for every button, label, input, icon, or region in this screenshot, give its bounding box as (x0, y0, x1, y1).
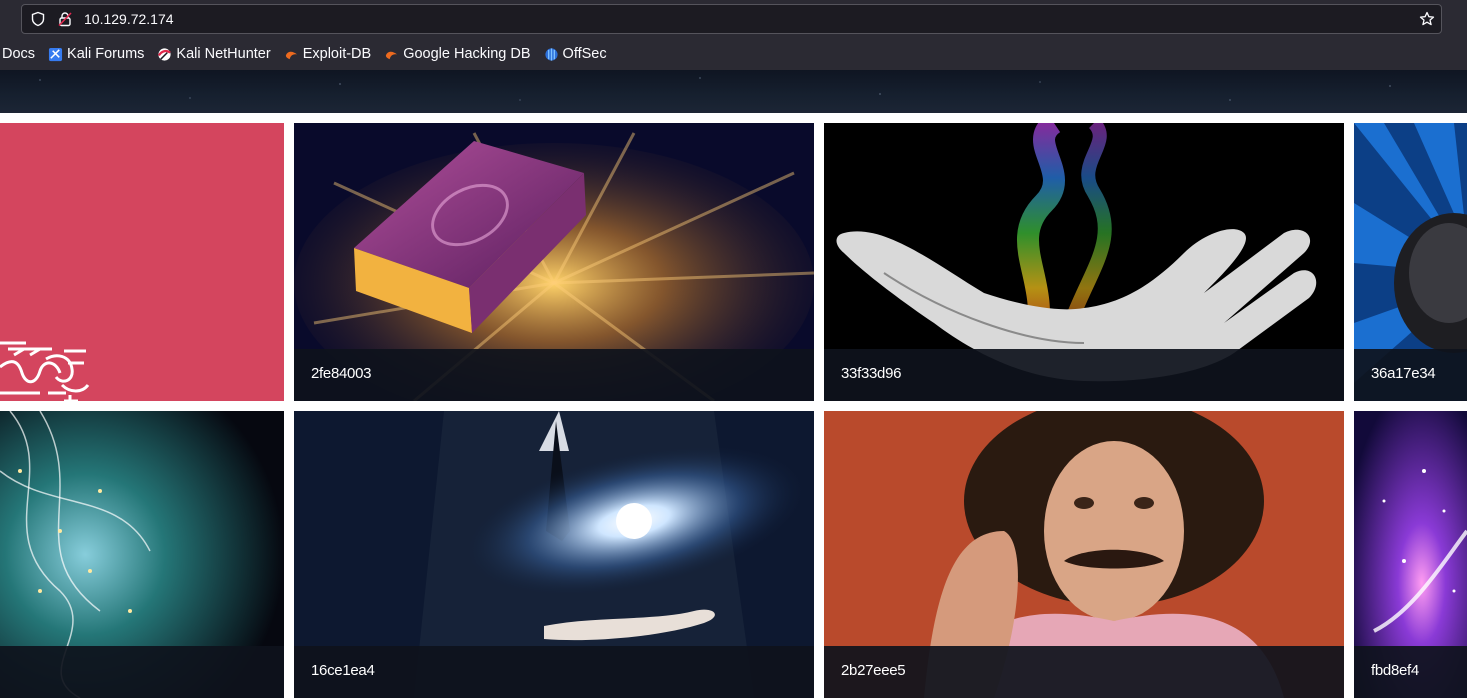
lock-insecure-icon[interactable] (57, 11, 73, 27)
gallery-card[interactable]: 2b27eee5 (824, 411, 1344, 698)
bookmark-label: Google Hacking DB (403, 46, 531, 62)
card-caption-text: 36a17e34 (1371, 365, 1436, 382)
bookmark-docs[interactable]: Docs (2, 46, 35, 62)
kali-nethunter-icon (158, 47, 172, 61)
card-caption (0, 646, 284, 698)
bookmark-google-hacking-db[interactable]: Google Hacking DB (384, 46, 531, 62)
card-caption: 16ce1ea4 (294, 646, 814, 698)
card-caption-text: 2b27eee5 (841, 662, 906, 679)
offsec-icon (544, 47, 558, 61)
gallery-card-magic-text[interactable] (0, 123, 284, 401)
bookmark-star-icon[interactable] (1419, 11, 1435, 27)
card-caption: 2fe84003 (294, 349, 814, 401)
gallery-card[interactable] (0, 411, 284, 698)
gallery-card[interactable]: 2fe84003 (294, 123, 814, 401)
bookmarks-toolbar: Docs Kali Forums Kali NetHunter Exploit-… (0, 42, 620, 66)
gallery-card[interactable]: fbd8ef4 (1354, 411, 1467, 698)
kali-forums-icon (48, 47, 63, 61)
card-caption-text: fbd8ef4 (1371, 662, 1419, 679)
card-caption-text: 2fe84003 (311, 365, 372, 382)
bookmark-label: Docs (2, 46, 36, 62)
bookmark-kali-nethunter[interactable]: Kali NetHunter (157, 46, 271, 62)
bookmark-offsec[interactable]: OffSec (544, 46, 607, 62)
bookmark-label: Exploit-DB (302, 46, 372, 62)
gallery-card[interactable]: 36a17e34 (1354, 123, 1467, 401)
browser-toolbar: 10.129.72.174 Docs Kali Forums Kali NetH… (0, 0, 1467, 70)
shield-icon[interactable] (30, 11, 46, 27)
bookmark-label: Kali Forums (67, 46, 145, 62)
gallery-card[interactable]: 33f33d96 (824, 123, 1344, 401)
gallery-card[interactable]: 16ce1ea4 (294, 411, 814, 698)
card-caption: 33f33d96 (824, 349, 1344, 401)
starfield-header-banner (0, 70, 1467, 113)
google-hacking-db-icon (386, 51, 398, 59)
card-caption: 36a17e34 (1354, 349, 1467, 401)
card-caption-text: 33f33d96 (841, 365, 902, 382)
card-caption-text: 16ce1ea4 (311, 662, 375, 679)
exploit-db-icon (285, 51, 297, 59)
card-caption: fbd8ef4 (1354, 646, 1467, 698)
card-caption: 2b27eee5 (824, 646, 1344, 698)
bookmark-kali-forums[interactable]: Kali Forums (48, 46, 144, 62)
bookmark-label: Kali NetHunter (176, 46, 271, 62)
url-bar[interactable]: 10.129.72.174 (21, 4, 1442, 34)
magic-text-image (0, 123, 284, 401)
bookmark-exploit-db[interactable]: Exploit-DB (284, 46, 372, 62)
url-text[interactable]: 10.129.72.174 (84, 11, 174, 27)
bookmark-label: OffSec (562, 46, 607, 62)
